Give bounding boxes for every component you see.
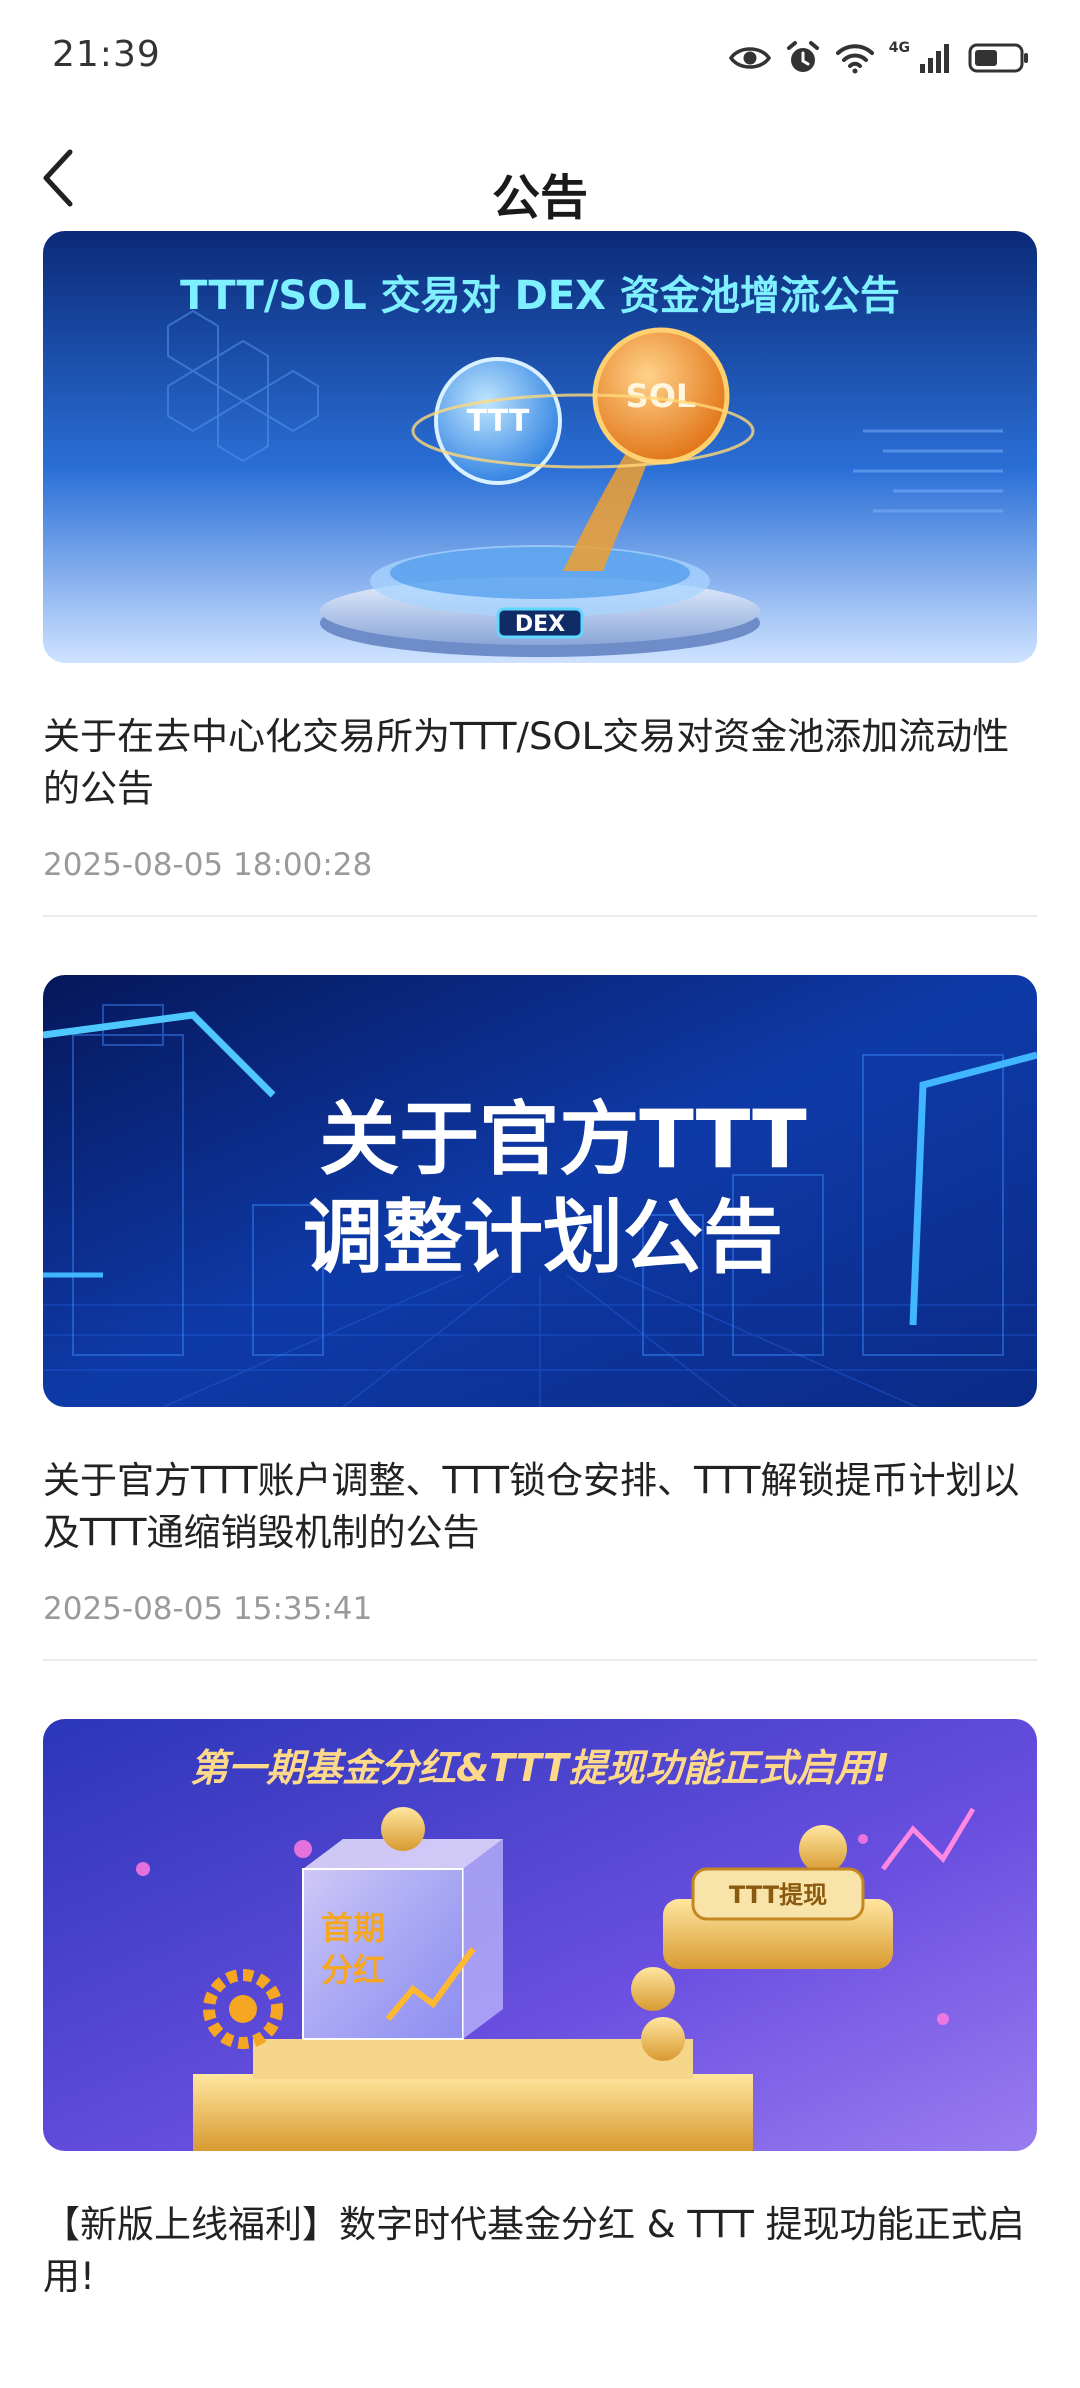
announcement-banner-image: 关于官方TTT 调整计划公告 (43, 975, 1037, 1407)
announcement-date: 2025-08-05 18:00:28 (43, 847, 373, 883)
banner-heading-line2: 调整计划公告 (303, 1191, 783, 1284)
announcement-item[interactable]: 关于官方TTT 调整计划公告 关于官方TTT账户调整、TTT锁仓安排、TTT解锁… (43, 975, 1037, 1661)
battery-icon (968, 42, 1030, 74)
divider (43, 915, 1037, 917)
banner-heading: TTT/SOL 交易对 DEX 资金池增流公告 (180, 273, 900, 319)
announcement-item[interactable]: 第一期基金分红&TTT提现功能正式启用! 首期 分红 TTT提现 【新版上线福利… (43, 1719, 1037, 2303)
announcement-banner-image: 第一期基金分红&TTT提现功能正式启用! 首期 分红 TTT提现 (43, 1719, 1037, 2151)
header: 公告 (0, 120, 1080, 240)
network-type-label: 4G (888, 40, 910, 56)
status-icons: 4G (728, 38, 1030, 78)
announcement-list: TTT/SOL 交易对 DEX 资金池增流公告 DEX TTT SOL 关于在去… (43, 231, 1037, 2303)
eye-icon (728, 43, 771, 73)
divider (43, 1659, 1037, 1661)
banner-label-ttt-withdraw: TTT提现 (729, 1881, 827, 1909)
announcement-title: 关于官方TTT账户调整、TTT锁仓安排、TTT解锁提币计划以及TTT通缩销毁机制… (43, 1459, 1020, 1554)
status-time: 21:39 (52, 34, 161, 75)
announcement-title: 关于在去中心化交易所为TTT/SOL交易对资金池添加流动性的公告 (43, 715, 1010, 810)
announcement-banner-image: TTT/SOL 交易对 DEX 资金池增流公告 DEX TTT SOL (43, 231, 1037, 663)
alarm-icon (785, 40, 821, 76)
banner-label-first-period: 首期 (321, 1909, 385, 1947)
banner-dex-label: DEX (515, 612, 565, 637)
announcement-title: 【新版上线福利】数字时代基金分红 & TTT 提现功能正式启用! (43, 2203, 1025, 2298)
page-title: 公告 (491, 170, 588, 226)
wifi-icon (835, 42, 875, 74)
announcement-item[interactable]: TTT/SOL 交易对 DEX 资金池增流公告 DEX TTT SOL 关于在去… (43, 231, 1037, 917)
banner-label-dividend: 分红 (321, 1951, 385, 1989)
banner-heading-line1: 关于官方TTT (319, 1093, 807, 1186)
banner-heading: 第一期基金分红&TTT提现功能正式启用! (190, 1746, 890, 1790)
status-bar: 21:39 4G (0, 0, 1080, 120)
signal-icon (918, 42, 954, 74)
banner-ttt-label: TTT (467, 404, 530, 439)
announcement-date: 2025-08-05 15:35:41 (43, 1591, 373, 1627)
